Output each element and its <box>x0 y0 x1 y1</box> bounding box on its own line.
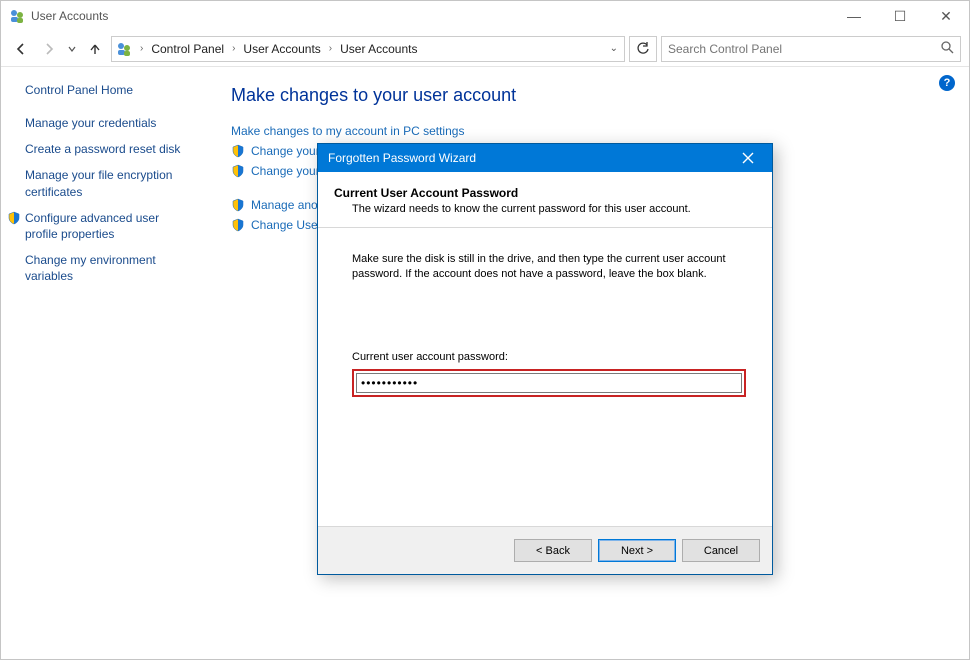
breadcrumb-item[interactable]: Control Panel <box>149 40 226 58</box>
window-title: User Accounts <box>31 9 831 23</box>
maximize-button[interactable]: ☐ <box>877 1 923 31</box>
wizard-back-button[interactable]: < Back <box>514 539 592 562</box>
wizard-button-row: < Back Next > Cancel <box>318 526 772 574</box>
chevron-right-icon: › <box>140 43 143 54</box>
sidebar-item-label: Configure advanced user profile properti… <box>25 211 159 241</box>
refresh-button[interactable] <box>629 36 657 62</box>
wizard-title: Forgotten Password Wizard <box>328 151 728 165</box>
link-pc-settings[interactable]: Make changes to my account in PC setting… <box>231 124 939 138</box>
user-accounts-icon <box>116 41 132 57</box>
minimize-button[interactable]: — <box>831 1 877 31</box>
breadcrumb-item[interactable]: User Accounts <box>241 40 322 58</box>
chevron-right-icon: › <box>232 43 235 54</box>
window-titlebar: User Accounts — ☐ ✕ <box>1 1 969 31</box>
window-controls: — ☐ ✕ <box>831 1 969 31</box>
shield-icon <box>231 198 245 212</box>
forgotten-password-wizard: Forgotten Password Wizard Current User A… <box>317 143 773 575</box>
wizard-password-input[interactable] <box>356 373 742 393</box>
sidebar-link-profile-properties[interactable]: Configure advanced user profile properti… <box>25 210 189 242</box>
close-button[interactable]: ✕ <box>923 1 969 31</box>
sidebar-link-reset-disk[interactable]: Create a password reset disk <box>25 141 189 157</box>
shield-icon <box>231 218 245 232</box>
wizard-heading: Current User Account Password <box>334 186 756 200</box>
shield-icon <box>7 211 21 225</box>
wizard-divider <box>318 227 772 228</box>
search-box[interactable] <box>661 36 961 62</box>
search-input[interactable] <box>668 42 941 56</box>
back-button[interactable] <box>9 37 33 61</box>
control-panel-home-link[interactable]: Control Panel Home <box>25 83 189 97</box>
wizard-subheading: The wizard needs to know the current pas… <box>352 203 756 215</box>
wizard-titlebar[interactable]: Forgotten Password Wizard <box>318 144 772 172</box>
wizard-password-label: Current user account password: <box>352 351 756 363</box>
wizard-cancel-button[interactable]: Cancel <box>682 539 760 562</box>
wizard-close-button[interactable] <box>728 146 768 170</box>
wizard-instruction: Make sure the disk is still in the drive… <box>352 252 746 283</box>
search-icon[interactable] <box>941 41 954 57</box>
page-title: Make changes to your user account <box>231 85 939 106</box>
breadcrumb-dropdown-icon[interactable]: ⌄ <box>610 43 618 54</box>
nav-bar: › Control Panel › User Accounts › User A… <box>1 31 969 67</box>
recent-dropdown[interactable] <box>65 37 79 61</box>
breadcrumb-item[interactable]: User Accounts <box>338 40 419 58</box>
shield-icon <box>231 164 245 178</box>
wizard-password-highlight <box>352 369 746 397</box>
up-button[interactable] <box>83 37 107 61</box>
user-accounts-icon <box>9 8 25 24</box>
sidebar: Control Panel Home Manage your credentia… <box>1 67 201 659</box>
sidebar-link-encryption[interactable]: Manage your file encryption certificates <box>25 167 189 199</box>
chevron-right-icon: › <box>329 43 332 54</box>
sidebar-link-credentials[interactable]: Manage your credentials <box>25 115 189 131</box>
shield-icon <box>231 144 245 158</box>
wizard-body: Current User Account Password The wizard… <box>318 172 772 526</box>
sidebar-link-env-vars[interactable]: Change my environment variables <box>25 252 189 284</box>
wizard-next-button[interactable]: Next > <box>598 539 676 562</box>
forward-button[interactable] <box>37 37 61 61</box>
breadcrumb[interactable]: › Control Panel › User Accounts › User A… <box>111 36 625 62</box>
